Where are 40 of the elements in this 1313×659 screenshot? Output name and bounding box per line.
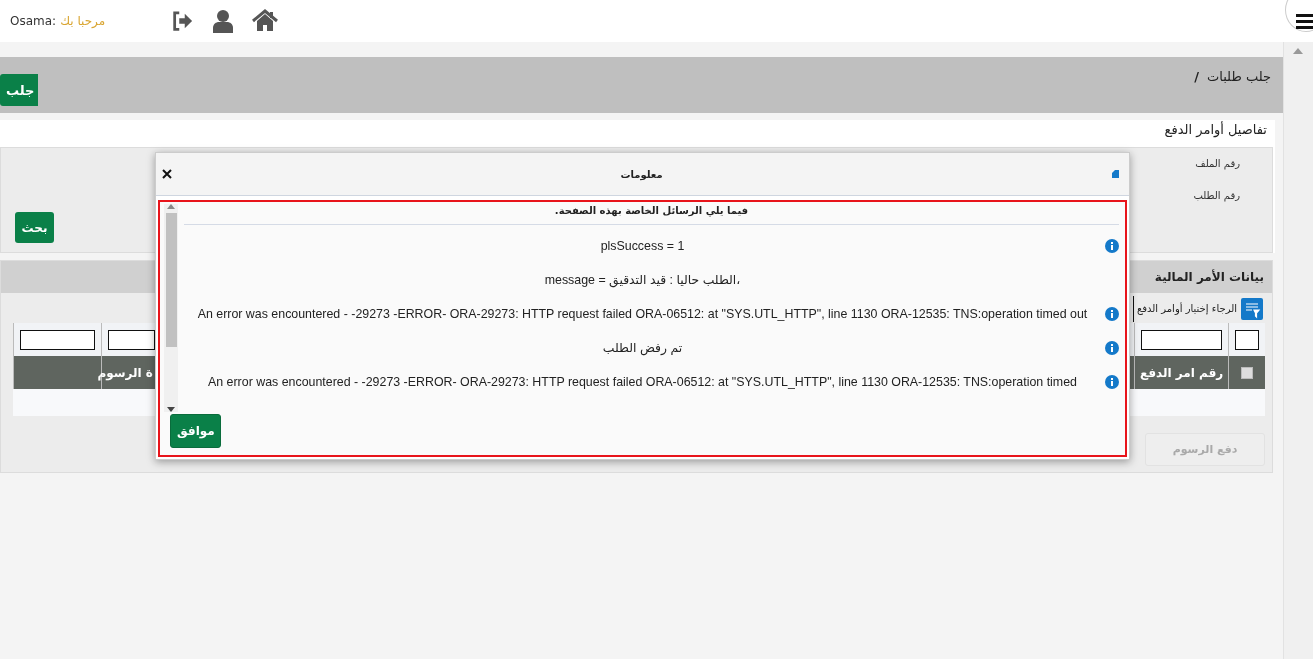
column-header[interactable]: رقم امر الدفع <box>1140 365 1224 380</box>
user-icon[interactable] <box>212 9 234 33</box>
scroll-down-icon <box>167 407 175 412</box>
greeting-text: مرحبا بك <box>60 14 106 28</box>
scrollbar[interactable] <box>164 204 178 412</box>
hint-text: الرجاء إختيار أوامر الدفع <box>1132 296 1237 322</box>
info-icon <box>1105 375 1119 389</box>
info-icon <box>1105 341 1119 355</box>
filter-icon <box>1241 298 1263 320</box>
fetch-button[interactable]: جلب <box>0 74 39 106</box>
logout-icon[interactable] <box>170 10 194 32</box>
field-label: رقم الطلب <box>1193 190 1240 201</box>
message-text: An error was encountered - -29273 -ERROR- ORA-29273: HTTP request failed ORA-06512: at "SYS.UTL_HTTP", line 1130 ORA-12535: TNS:operation timed <box>207 374 1078 391</box>
filter-input[interactable] <box>1235 329 1259 350</box>
ok-button[interactable]: موافق <box>170 414 221 448</box>
filter-input[interactable] <box>20 329 95 350</box>
info-icon <box>1105 307 1119 321</box>
user-name: Osama: <box>10 14 57 28</box>
page-title: جلب طلبات <box>1207 69 1271 84</box>
filter-input[interactable] <box>1141 329 1223 350</box>
menu-icon[interactable] <box>1296 14 1313 29</box>
breadcrumb-separator: / <box>1194 69 1199 84</box>
section-title: تفاصيل أوامر الدفع <box>1164 122 1267 137</box>
message-text: message = الطلب حاليا : قيد التدقيق، <box>543 272 742 289</box>
message-text: plsSuccess = 1 <box>599 238 686 255</box>
info-icon <box>1105 239 1119 253</box>
filter-input[interactable] <box>107 329 155 350</box>
search-button[interactable]: بحث <box>15 212 54 243</box>
messages-intro: فيما يلي الرسائل الخاصة بهذه الصفحة. <box>184 202 1119 225</box>
field-label: رقم الملف <box>1195 158 1240 169</box>
checkbox[interactable] <box>1241 366 1254 379</box>
section-title: بيانات الأمر المالية <box>1154 270 1264 284</box>
scroll-up-icon <box>167 204 175 209</box>
dialog-title: معلومات <box>620 168 663 180</box>
home-icon[interactable] <box>252 9 278 33</box>
close-icon[interactable] <box>162 169 172 179</box>
scroll-up-icon <box>1293 48 1303 54</box>
message-text: An error was encountered - -29273 -ERROR- ORA-29273: HTTP request failed ORA-06512: at "SYS.UTL_HTTP", line 1130 ORA-12535: TNS:operation timed out <box>196 306 1089 323</box>
dialog-icon <box>1111 170 1119 178</box>
message-text: تم رفض الطلب <box>601 340 684 357</box>
